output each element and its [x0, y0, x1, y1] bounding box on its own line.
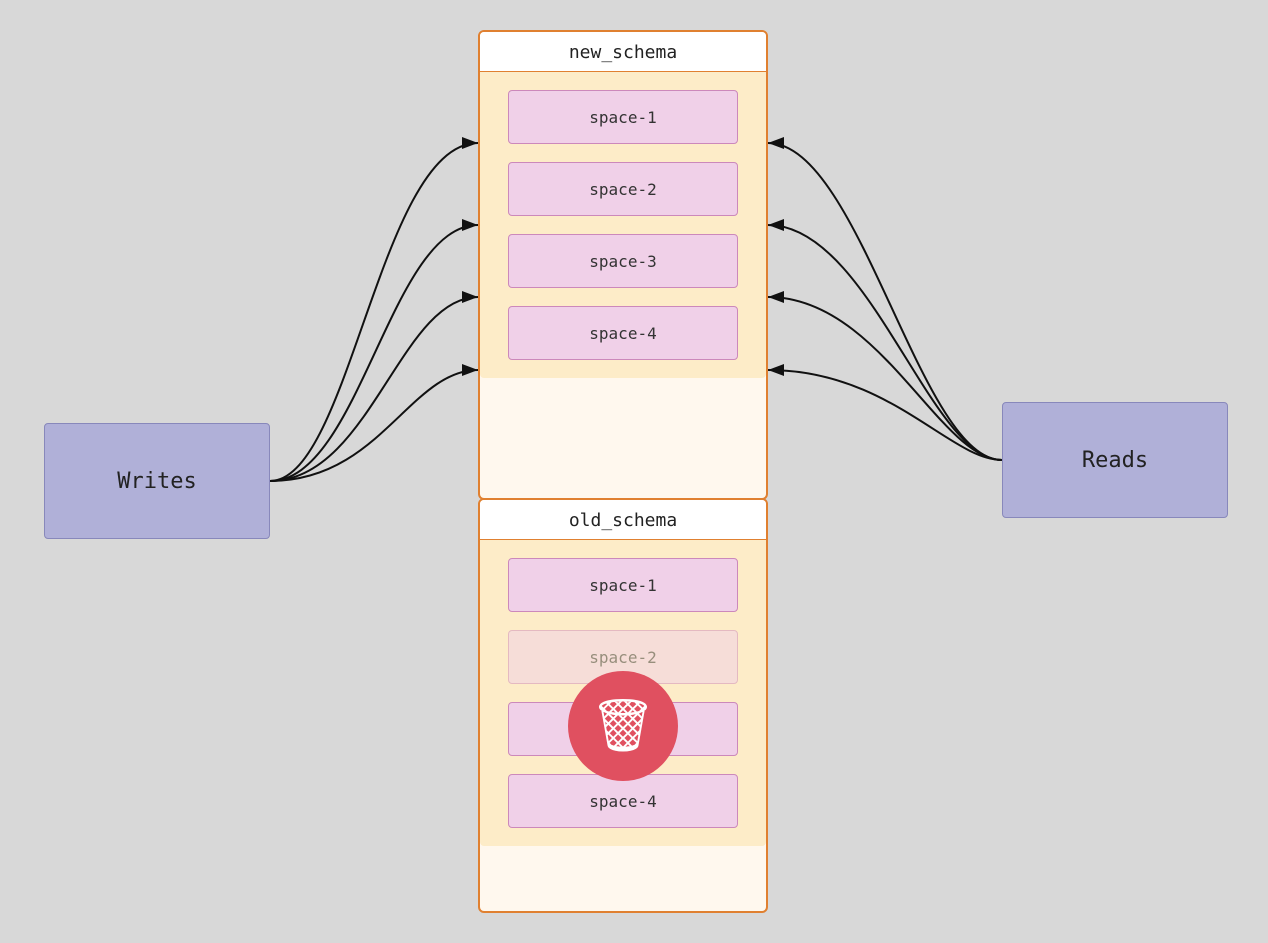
old-space-3: space-3 [508, 702, 738, 756]
old-space-1: space-1 [508, 558, 738, 612]
new-schema-container: new_schema space-1 space-2 space-3 space… [478, 30, 768, 500]
old-schema-title: old_schema [480, 500, 766, 540]
new-space-1: space-1 [508, 90, 738, 144]
writes-label: Writes [117, 469, 196, 494]
writes-box: Writes [44, 423, 270, 539]
new-schema-title: new_schema [480, 32, 766, 72]
arrow-reads-space3 [768, 297, 1002, 460]
old-schema-body: space-1 space-2 space-3 space-4 [480, 540, 766, 846]
arrow-writes-space3 [270, 297, 478, 481]
arrow-reads-space2 [768, 225, 1002, 460]
reads-box: Reads [1002, 402, 1228, 518]
arrow-reads-space1 [768, 143, 1002, 460]
arrow-writes-space1 [270, 143, 478, 481]
arrow-writes-space2 [270, 225, 478, 481]
reads-label: Reads [1082, 448, 1148, 473]
new-space-3: space-3 [508, 234, 738, 288]
old-space-2: space-2 [508, 630, 738, 684]
old-space-4: space-4 [508, 774, 738, 828]
arrow-writes-space4 [270, 370, 478, 481]
arrow-reads-space4 [768, 370, 1002, 460]
new-space-2: space-2 [508, 162, 738, 216]
new-space-4: space-4 [508, 306, 738, 360]
old-schema-container: old_schema space-1 space-2 space-3 space… [478, 498, 768, 913]
new-schema-body: space-1 space-2 space-3 space-4 [480, 72, 766, 378]
